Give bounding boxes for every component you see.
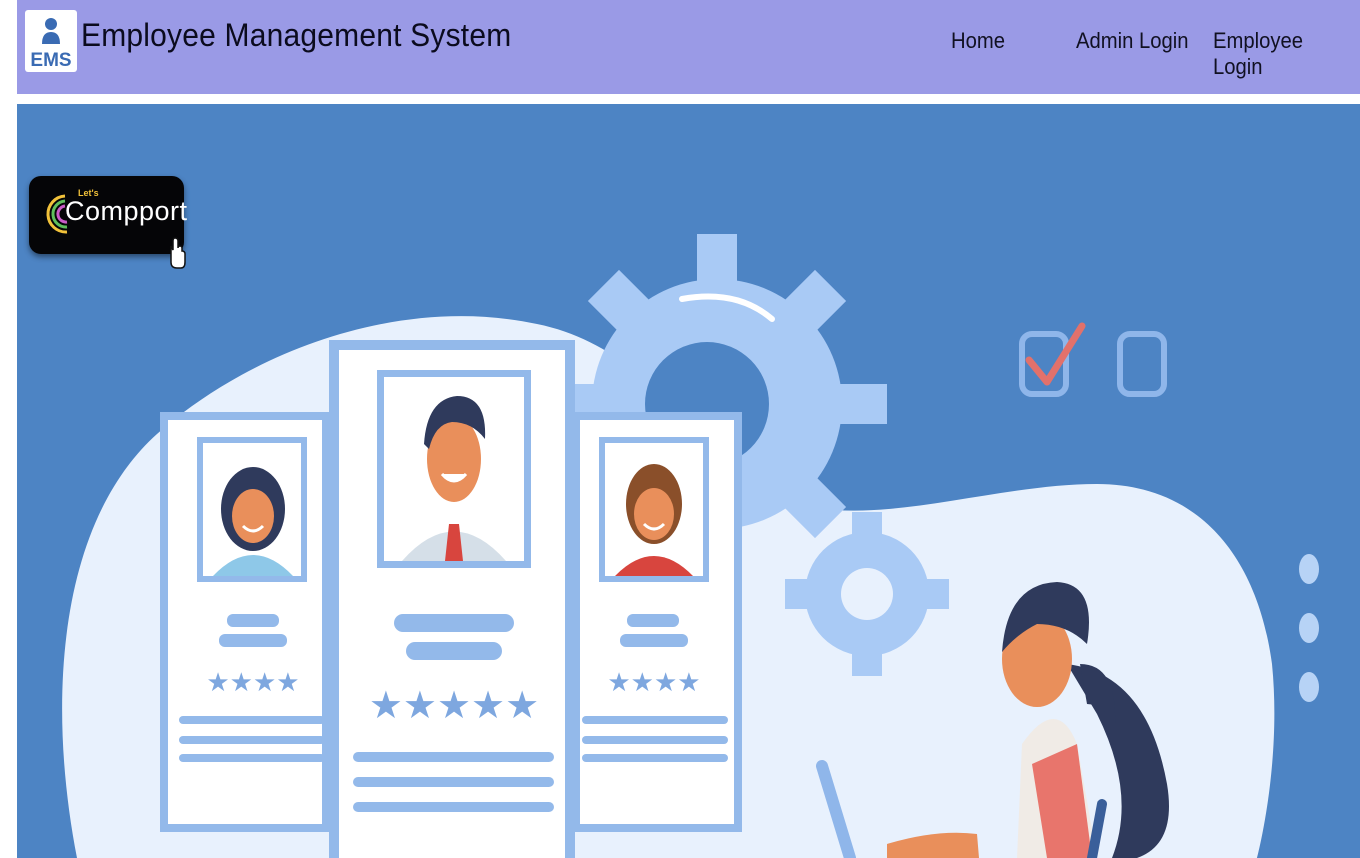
logo-text: EMS [30, 50, 71, 71]
profile-card-left: ★★★★ [160, 412, 330, 832]
nav-employee-login-link[interactable]: Employee Login [1213, 28, 1348, 80]
profile-card-right: ★★★★ [572, 412, 742, 832]
svg-text:★★★★: ★★★★ [206, 668, 299, 698]
hero-illustration: ★★★★ ★★★★ ★★★★★ [62, 234, 1319, 858]
profile-card-center: ★★★★★ [329, 340, 575, 858]
unchecked-box-icon [1117, 331, 1167, 397]
checked-box-icon [1019, 322, 1086, 397]
nav-home-link[interactable]: Home [951, 28, 1005, 54]
navbar: EMS Employee Management System Home Admi… [17, 0, 1360, 94]
nav-admin-login-link[interactable]: Admin Login [1076, 28, 1189, 54]
ems-logo-icon[interactable]: EMS [25, 10, 77, 72]
svg-text:★★★★★: ★★★★★ [369, 683, 539, 727]
hero-banner: ★★★★ ★★★★ ★★★★★ Let's Compport [17, 104, 1360, 858]
app-title: Employee Management System [81, 18, 512, 54]
svg-text:★★★★: ★★★★ [607, 668, 700, 698]
badge-text: Compport [65, 196, 188, 226]
hand-cursor-icon [170, 237, 186, 269]
dots-decoration [1299, 554, 1319, 702]
compport-badge-button[interactable]: Let's Compport [29, 176, 187, 269]
